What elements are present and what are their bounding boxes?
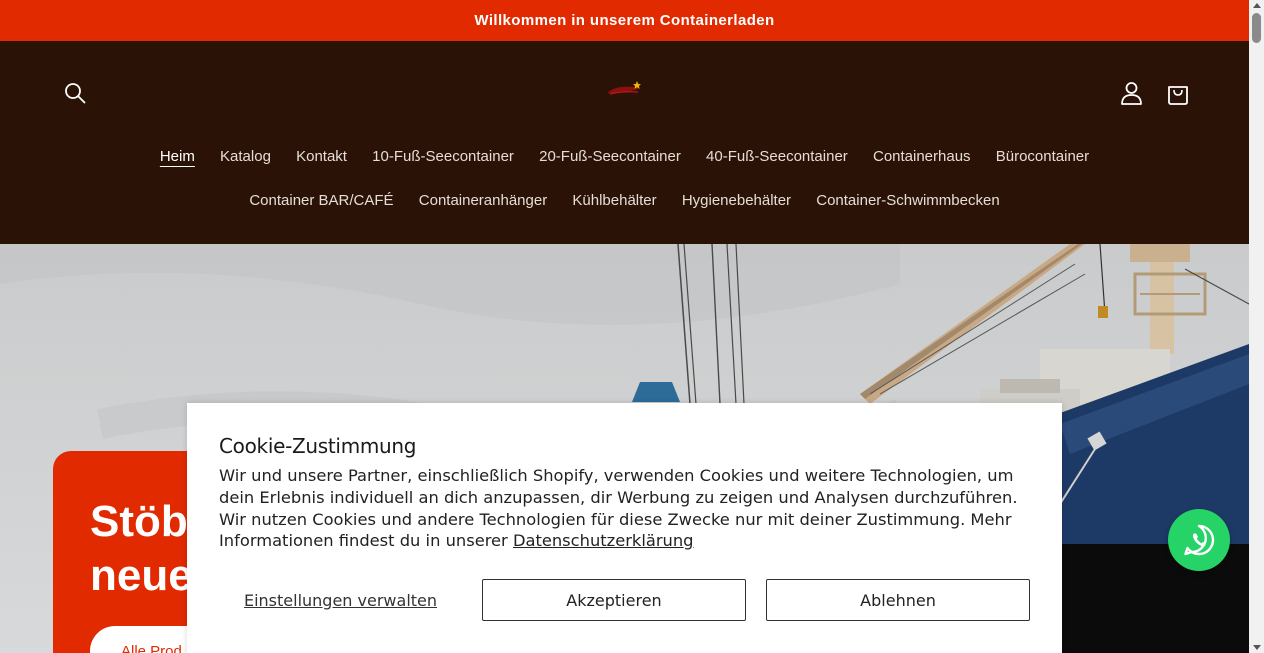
nav-link[interactable]: Containeranhänger xyxy=(406,189,560,213)
announcement-bar: Willkommen in unserem Containerladen xyxy=(0,0,1249,41)
nav-link[interactable]: Hygienebehälter xyxy=(669,189,803,213)
nav-link[interactable]: Katalog xyxy=(207,145,283,169)
decline-button[interactable]: Ablehnen xyxy=(766,579,1030,621)
announcement-text: Willkommen in unserem Containerladen xyxy=(474,12,775,29)
main-nav-row-1: Heim Katalog Kontakt 10-Fuß-Seecontainer 20-… xyxy=(0,145,1249,169)
search-icon[interactable] xyxy=(63,81,87,105)
nav-link[interactable]: Kühlbehälter xyxy=(560,189,669,213)
scrollbar-thumb[interactable] xyxy=(1252,13,1261,43)
cookie-consent-dialog: Cookie-Zustimmung Wir und unsere Partner… xyxy=(187,403,1062,653)
nav-link[interactable]: Kontakt xyxy=(284,145,360,169)
privacy-policy-link[interactable]: Datenschutzerklärung xyxy=(513,531,694,550)
page-scrollbar[interactable] xyxy=(1249,0,1264,653)
cookie-heading: Cookie-Zustimmung xyxy=(219,434,417,458)
scroll-up-arrow-icon[interactable] xyxy=(1253,3,1261,8)
accept-button[interactable]: Akzeptieren xyxy=(482,579,746,621)
manage-settings-link[interactable]: Einstellungen verwalten xyxy=(219,579,462,621)
cookie-body: Wir und unsere Partner, einschließlich S… xyxy=(219,465,1019,552)
site-header: Heim Katalog Kontakt 10-Fuß-Seecontainer 20-… xyxy=(0,41,1249,244)
nav-link[interactable]: 40-Fuß-Seecontainer xyxy=(693,145,860,169)
nav-link[interactable]: Containerhaus xyxy=(860,145,983,169)
nav-link[interactable]: Container-Schwimmbecken xyxy=(804,189,1013,213)
nav-link[interactable]: Container BAR/CAFÉ xyxy=(237,189,406,213)
nav-link[interactable]: 10-Fuß-Seecontainer xyxy=(360,145,527,169)
nav-link[interactable]: 20-Fuß-Seecontainer xyxy=(527,145,694,169)
main-nav-row-2: Container BAR/CAFÉ Containeranhänger Kühlb… xyxy=(0,189,1249,213)
scroll-down-arrow-icon[interactable] xyxy=(1253,645,1261,650)
nav-link[interactable]: Bürocontainer xyxy=(983,145,1102,169)
cart-icon[interactable] xyxy=(1165,79,1191,106)
account-icon[interactable] xyxy=(1119,80,1144,106)
whatsapp-icon xyxy=(1184,524,1215,556)
whatsapp-button[interactable] xyxy=(1168,509,1230,571)
nav-link[interactable]: Heim xyxy=(147,145,207,169)
logo[interactable] xyxy=(604,79,644,101)
